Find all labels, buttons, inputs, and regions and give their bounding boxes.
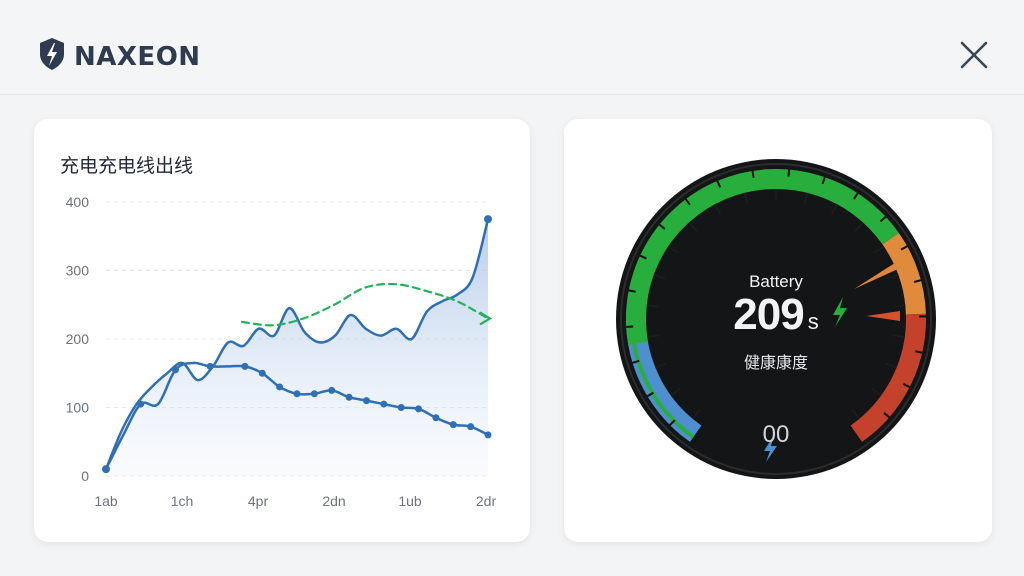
gauge-tick xyxy=(628,289,636,293)
x-tick-label: 1ub xyxy=(398,493,422,509)
charging-chart-card: 充电充电线出线 0 100 200 300 400 1ab 1ch 4pr 2dn 1ub 2dr xyxy=(34,119,530,542)
data-point xyxy=(484,431,492,439)
data-point xyxy=(397,404,405,411)
data-point xyxy=(206,362,214,370)
series-area xyxy=(106,219,488,476)
gauge-tick xyxy=(893,304,906,308)
close-icon xyxy=(960,41,988,69)
data-point xyxy=(415,405,423,413)
header: NAXEON xyxy=(0,0,1024,95)
data-point xyxy=(328,386,336,394)
y-tick-label: 100 xyxy=(66,400,90,416)
gauge-unit: s xyxy=(807,309,819,334)
brand: NAXEON xyxy=(38,37,201,76)
data-point xyxy=(171,366,179,374)
battery-gauge-card: Battery 209 s 健康康度 00 xyxy=(564,119,992,542)
gauge-tick xyxy=(646,304,659,308)
gauge-value: 209 xyxy=(733,290,804,339)
y-tick-label: 200 xyxy=(66,331,90,347)
gauge-readout: 209 s xyxy=(676,290,876,340)
data-point xyxy=(484,215,492,224)
gauge-subtitle: 健康康度 xyxy=(743,355,808,372)
data-point xyxy=(362,397,370,405)
data-point xyxy=(293,390,301,398)
line-chart: 0 100 200 300 400 1ab 1ch 4pr 2dn 1ub 2dr xyxy=(66,194,497,509)
data-point xyxy=(137,400,145,408)
data-point xyxy=(258,369,266,377)
data-point xyxy=(380,400,388,408)
gauge-tick xyxy=(751,170,755,178)
x-tick-label: 1ab xyxy=(94,493,118,509)
data-point xyxy=(276,383,284,391)
data-point xyxy=(449,421,457,429)
x-tick-label: 2dn xyxy=(322,493,345,509)
gauge-title: Battery xyxy=(749,272,803,291)
data-point xyxy=(310,390,318,398)
x-tick-label: 2dr xyxy=(476,493,497,509)
data-point xyxy=(467,423,475,431)
y-tick-label: 400 xyxy=(66,194,90,210)
close-button[interactable] xyxy=(955,36,993,74)
x-tick-label: 1ch xyxy=(171,493,194,509)
gauge-bottom-value: 00 xyxy=(762,421,790,448)
data-point xyxy=(241,362,249,370)
y-tick-label: 0 xyxy=(81,468,89,484)
data-point xyxy=(345,393,353,401)
y-tick-label: 300 xyxy=(66,263,90,279)
gauge-tick xyxy=(787,169,791,177)
data-point xyxy=(102,465,110,473)
data-point xyxy=(432,414,440,422)
x-tick-label: 4pr xyxy=(248,493,269,509)
shield-bolt-icon xyxy=(38,37,66,76)
brand-name: NAXEON xyxy=(74,41,201,72)
